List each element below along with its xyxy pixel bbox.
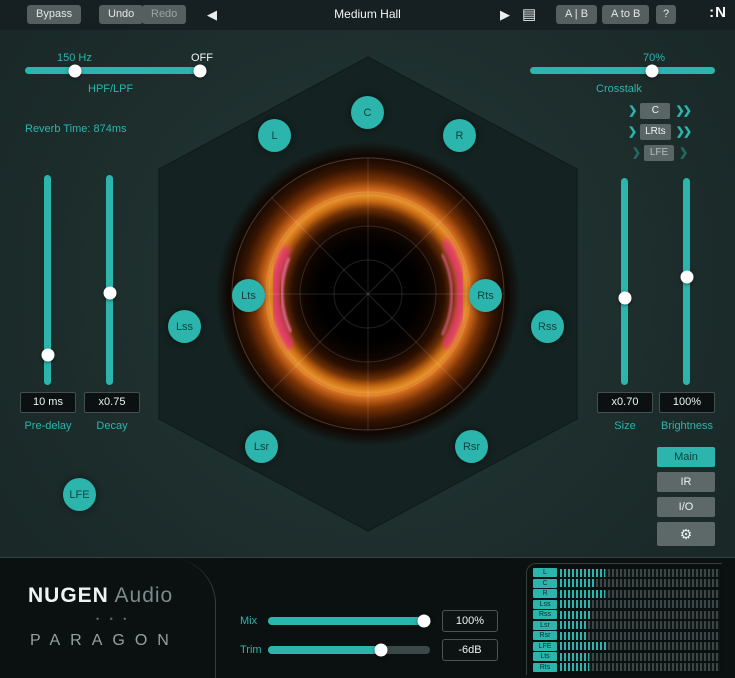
- meter-channel-label: Lss: [533, 600, 557, 609]
- meter-bar: [560, 642, 720, 650]
- hpf-lpf-label: HPF/LPF: [88, 83, 133, 95]
- routing-row-c: ❯ C ❯❯: [600, 102, 718, 119]
- crosstalk-value: 70%: [643, 52, 665, 64]
- lpf-handle[interactable]: [193, 64, 206, 77]
- meter-bar: [560, 579, 720, 587]
- route-button-lrts[interactable]: LRts: [640, 124, 671, 140]
- brand-nugen: NUGEN: [28, 584, 109, 607]
- decay-handle[interactable]: [103, 287, 116, 300]
- pre-delay-label: Pre-delay: [16, 420, 80, 432]
- brand-paragon: PARAGON: [30, 632, 179, 650]
- route-out-arrow-icon[interactable]: ❯: [679, 145, 686, 161]
- route-in-arrow-icon[interactable]: ❯: [628, 103, 635, 119]
- pre-delay-value[interactable]: 10 ms: [20, 392, 76, 413]
- trim-slider[interactable]: [268, 646, 430, 654]
- meter-row: L: [533, 568, 720, 577]
- routing-row-lrts: ❯ LRts ❯❯: [600, 123, 718, 140]
- trim-handle[interactable]: [375, 644, 388, 657]
- channel-node-c[interactable]: C: [351, 96, 384, 129]
- decay-value[interactable]: x0.75: [84, 392, 140, 413]
- meter-channel-label: R: [533, 589, 557, 598]
- meter-channel-label: LFE: [533, 642, 557, 651]
- mix-slider[interactable]: [268, 617, 430, 625]
- reverb-time-readout: Reverb Time: 874ms: [25, 123, 126, 135]
- route-in-arrow-icon[interactable]: ❯: [628, 124, 635, 140]
- meter-row: Rsr: [533, 631, 720, 640]
- tab-ir[interactable]: IR: [657, 472, 715, 492]
- meter-bar: [560, 653, 720, 661]
- meter-row: Lts: [533, 652, 720, 661]
- size-handle[interactable]: [618, 292, 631, 305]
- trim-value[interactable]: -6dB: [442, 639, 498, 661]
- meter-channel-label: Lts: [533, 652, 557, 661]
- meter-bar: [560, 632, 720, 640]
- decay-slider[interactable]: [106, 175, 113, 385]
- settings-gear-icon[interactable]: ⚙: [657, 522, 715, 546]
- meter-bar: [560, 663, 720, 671]
- channel-node-lss[interactable]: Lss: [168, 310, 201, 343]
- meter-bar: [560, 600, 720, 608]
- size-label: Size: [593, 420, 657, 432]
- meter-bar: [560, 621, 720, 629]
- channel-node-l[interactable]: L: [258, 119, 291, 152]
- hpf-value: 150 Hz: [57, 52, 92, 64]
- route-out-arrow-icon[interactable]: ❯❯: [675, 103, 689, 119]
- meter-row: LFE: [533, 642, 720, 651]
- meter-channel-label: Lsr: [533, 621, 557, 630]
- meter-bar: [560, 569, 720, 577]
- routing-row-lfe: ❯ LFE ❯: [600, 144, 718, 161]
- decay-label: Decay: [80, 420, 144, 432]
- brightness-value[interactable]: 100%: [659, 392, 715, 413]
- meter-bar: [560, 590, 720, 598]
- meter-row: C: [533, 579, 720, 588]
- channel-node-rsr[interactable]: Rsr: [455, 430, 488, 463]
- hpf-lpf-slider[interactable]: [25, 67, 205, 74]
- brand-dots: • • •: [96, 614, 130, 624]
- output-meters: LCR LssRss LsrRsr LFELts Rts: [526, 563, 722, 675]
- meter-channel-label: L: [533, 568, 557, 577]
- trim-label: Trim: [240, 644, 262, 656]
- size-slider[interactable]: [621, 178, 628, 385]
- crosstalk-handle[interactable]: [646, 64, 659, 77]
- brand-wordmark: NUGEN Audio: [28, 584, 173, 608]
- pre-delay-handle[interactable]: [41, 349, 54, 362]
- meter-channel-label: Rsr: [533, 631, 557, 640]
- channel-node-lfe[interactable]: LFE: [63, 478, 96, 511]
- brightness-slider[interactable]: [683, 178, 690, 385]
- channel-node-rts[interactable]: Rts: [469, 279, 502, 312]
- mix-value[interactable]: 100%: [442, 610, 498, 632]
- meter-row: Lsr: [533, 621, 720, 630]
- route-button-lfe[interactable]: LFE: [644, 145, 674, 161]
- meter-channel-label: C: [533, 579, 557, 588]
- footer-bar: NUGEN Audio • • • PARAGON Mix 100% Trim …: [0, 557, 735, 678]
- route-out-arrow-icon[interactable]: ❯❯: [676, 124, 690, 140]
- channel-node-lsr[interactable]: Lsr: [245, 430, 278, 463]
- pre-delay-slider[interactable]: [44, 175, 51, 385]
- paragon-plugin-window: Bypass Undo Redo ◀ Medium Hall ▶ ▤ A | B…: [0, 0, 735, 678]
- meter-row: Rts: [533, 663, 720, 672]
- crosstalk-slider[interactable]: [530, 67, 715, 74]
- tab-io[interactable]: I/O: [657, 497, 715, 517]
- meter-row: Rss: [533, 610, 720, 619]
- brightness-label: Brightness: [655, 420, 719, 432]
- hpf-handle[interactable]: [69, 64, 82, 77]
- meter-bar: [560, 611, 720, 619]
- channel-node-rss[interactable]: Rss: [531, 310, 564, 343]
- meter-row: R: [533, 589, 720, 598]
- brightness-handle[interactable]: [680, 271, 693, 284]
- meter-channel-label: Rss: [533, 610, 557, 619]
- route-button-c[interactable]: C: [640, 103, 670, 119]
- channel-node-r[interactable]: R: [443, 119, 476, 152]
- mix-label: Mix: [240, 615, 257, 627]
- lpf-value: OFF: [191, 52, 213, 64]
- tab-main[interactable]: Main: [657, 447, 715, 467]
- meter-row: Lss: [533, 600, 720, 609]
- size-value[interactable]: x0.70: [597, 392, 653, 413]
- mix-handle[interactable]: [418, 615, 431, 628]
- brand-audio: Audio: [109, 584, 173, 607]
- channel-node-lts[interactable]: Lts: [232, 279, 265, 312]
- route-in-arrow-icon[interactable]: ❯: [632, 145, 639, 161]
- crosstalk-label: Crosstalk: [596, 83, 642, 95]
- meter-channel-label: Rts: [533, 663, 557, 672]
